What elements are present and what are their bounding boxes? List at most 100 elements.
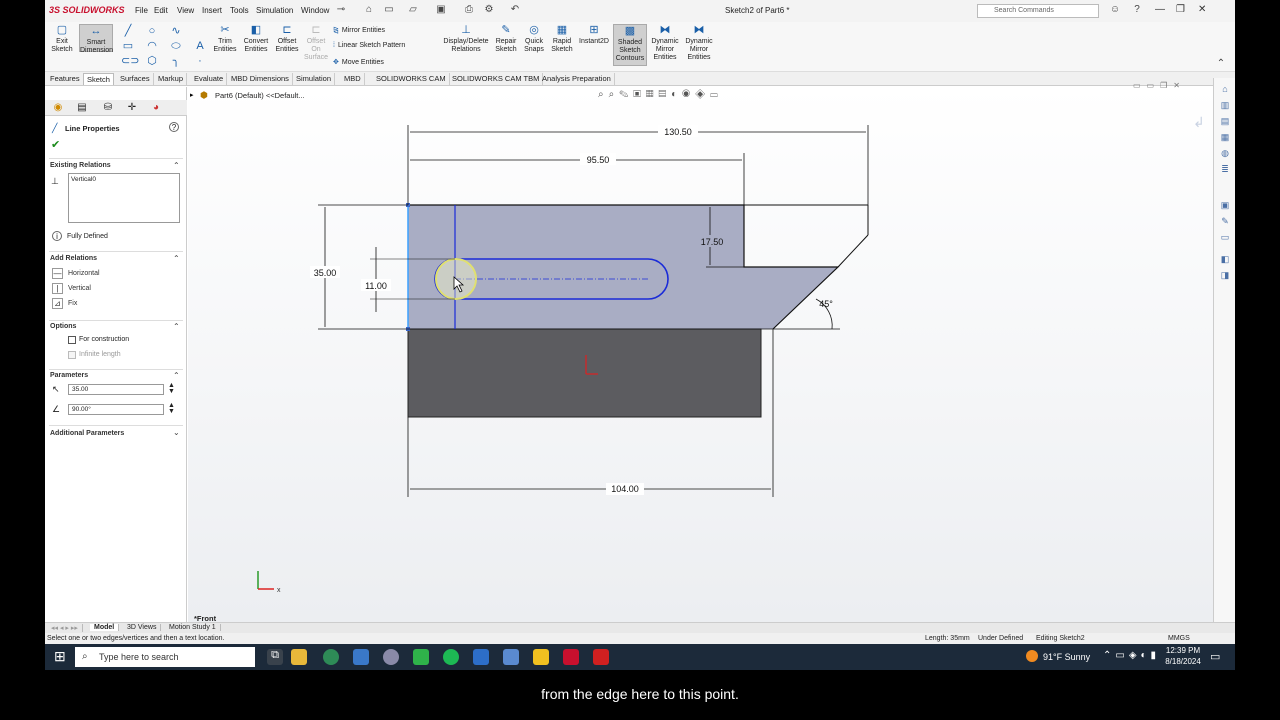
home-icon[interactable]: ⌂ xyxy=(363,4,375,16)
display-manager-icon[interactable]: ◕ xyxy=(149,102,163,114)
menu-insert[interactable]: Insert xyxy=(202,6,222,15)
open-icon[interactable]: ▱ xyxy=(407,4,419,16)
chevron-up-icon[interactable]: ⌃ xyxy=(173,161,180,170)
smart-dimension-button[interactable]: ↔ Smart Dimension xyxy=(79,24,113,54)
chevron-up-icon[interactable]: ⌃ xyxy=(173,371,180,380)
for-construction-checkbox[interactable] xyxy=(68,336,76,344)
vertical-relation[interactable]: Vertical xyxy=(68,285,91,292)
mirror-entities-button[interactable]: ⧎ Mirror Entities xyxy=(333,26,385,34)
view-palette-icon[interactable]: ▦ xyxy=(1219,132,1231,143)
tab-scroll-arrows[interactable]: ◂◂ ◂ ▸ ▸▸ xyxy=(47,624,83,632)
point-tool-icon[interactable]: · xyxy=(193,55,207,67)
graphics-area[interactable]: ▸ ⬢ Part6 (Default) <<Default... ⌕⌕✎▣▦▤◐… xyxy=(188,81,1213,623)
notifications-icon[interactable]: ▭ xyxy=(1210,650,1220,663)
tab-markup[interactable]: Markup xyxy=(155,73,188,85)
print-icon[interactable]: ⎙ xyxy=(463,4,475,16)
save-icon[interactable]: ▣ xyxy=(435,4,447,16)
text-tool-icon[interactable]: A xyxy=(193,40,207,52)
horizontal-relation[interactable]: Horizontal xyxy=(68,270,100,277)
menu-file[interactable]: File xyxy=(135,6,148,15)
shaded-sketch-contours-button[interactable]: ▩ Shaded Sketch Contours xyxy=(613,24,647,66)
additional-parameters-header[interactable]: Additional Parameters xyxy=(50,430,124,437)
tab-3d-views[interactable]: 3D Views xyxy=(123,624,162,631)
weather-text[interactable]: 91°F Sunny xyxy=(1043,652,1090,662)
display-icon[interactable]: ▭ xyxy=(1219,232,1231,243)
menu-window[interactable]: Window xyxy=(301,6,329,15)
horizontal-relation-icon[interactable]: — xyxy=(52,268,63,279)
convert-entities-button[interactable]: ◧ Convert Entities xyxy=(241,24,271,54)
file-explorer-icon[interactable]: ▤ xyxy=(1219,116,1231,127)
chevron-up-icon[interactable]: ⌃ xyxy=(173,322,180,331)
display-delete-relations-button[interactable]: ⊥ Display/Delete Relations xyxy=(441,24,491,54)
tab-sketch[interactable]: Sketch xyxy=(83,73,114,85)
fillet-tool-icon[interactable]: ╮ xyxy=(169,55,183,67)
tab-mbd[interactable]: MBD xyxy=(341,73,365,85)
spline-tool-icon[interactable]: ∿ xyxy=(169,25,183,37)
tab-evaluate[interactable]: Evaluate xyxy=(191,73,228,85)
circle-tool-icon[interactable]: ○ xyxy=(145,25,159,37)
app-icon[interactable] xyxy=(383,649,399,665)
task-view-icon[interactable]: ⧉ xyxy=(267,649,283,665)
file-explorer-app-icon[interactable] xyxy=(291,649,307,665)
move-entities-button[interactable]: ✥ Move Entities xyxy=(333,58,384,66)
angle-input[interactable]: 90.00° xyxy=(68,404,164,415)
dynamic-mirror-button-2[interactable]: ⧓ Dynamic Mirror Entities xyxy=(683,24,715,62)
parameters-header[interactable]: Parameters xyxy=(50,372,88,379)
clock-time[interactable]: 12:39 PM xyxy=(1165,646,1201,655)
taskbar-search[interactable]: ⌕ Type here to search xyxy=(75,647,255,667)
menu-edit[interactable]: Edit xyxy=(154,6,168,15)
exit-sketch-button[interactable]: ▢ Exit Sketch xyxy=(49,24,75,54)
existing-relations-list[interactable]: Vertical0 xyxy=(68,173,180,223)
dimension-95-50[interactable]: 95.50 xyxy=(587,155,610,165)
design-library-icon[interactable]: ▥ xyxy=(1219,100,1231,111)
infinite-length-checkbox[interactable] xyxy=(68,351,76,359)
undo-icon[interactable]: ↶ xyxy=(509,4,521,16)
pin-icon[interactable]: ⊸ xyxy=(335,4,347,16)
chevron-up-icon[interactable]: ⌃ xyxy=(173,254,180,263)
custom-properties-icon[interactable]: ≣ xyxy=(1219,164,1231,175)
new-document-icon[interactable]: ▭ xyxy=(383,4,395,16)
line-tool-icon[interactable]: ╱ xyxy=(121,25,135,37)
menu-view[interactable]: View xyxy=(177,6,194,15)
forum-icon[interactable]: ▣ xyxy=(1219,200,1231,211)
instant2d-button[interactable]: ⊞ Instant2D xyxy=(577,24,611,46)
tab-simulation[interactable]: Simulation xyxy=(293,73,336,85)
trim-entities-button[interactable]: ✂ Trim Entities xyxy=(211,24,239,54)
tab-mbd-dimensions[interactable]: MBD Dimensions xyxy=(228,73,293,85)
dimension-11-00[interactable]: 11.00 xyxy=(365,281,387,291)
repair-sketch-button[interactable]: ✎ Repair Sketch xyxy=(493,24,519,54)
tab-solidworks-cam[interactable]: SOLIDWORKS CAM xyxy=(373,73,450,85)
tab-model[interactable]: Model xyxy=(90,624,120,631)
help-icon[interactable]: ? xyxy=(169,122,179,132)
search-commands-input[interactable]: Search Commands xyxy=(977,4,1099,18)
linear-sketch-pattern-button[interactable]: ⁞ Linear Sketch Pattern xyxy=(333,42,405,49)
resources-icon[interactable]: ⌂ xyxy=(1219,84,1231,95)
confirm-corner-icon[interactable]: ↲ xyxy=(1193,114,1205,130)
dimension-35-00[interactable]: 35.00 xyxy=(314,268,337,278)
minimize-icon[interactable]: — xyxy=(1155,4,1165,15)
rapid-sketch-button[interactable]: ▦ Rapid Sketch xyxy=(549,24,575,54)
quick-snaps-button[interactable]: ◎ Quick Snaps xyxy=(521,24,547,54)
menu-tools[interactable]: Tools xyxy=(230,6,249,15)
user-icon[interactable]: ☺ xyxy=(1109,4,1121,16)
chevron-down-icon[interactable]: ⌄ xyxy=(173,428,180,437)
sketch-drawing[interactable]: 130.50 95.50 17.50 35.00 11.00 45° 104.0… xyxy=(188,87,1213,622)
property-manager-icon[interactable]: ▤ xyxy=(75,102,89,114)
arc-tool-icon[interactable]: ◠ xyxy=(145,40,159,52)
tab-motion-study[interactable]: Motion Study 1 xyxy=(165,624,221,631)
vertical-relation-icon[interactable]: | xyxy=(52,283,63,294)
options-icon[interactable]: ⚙ xyxy=(483,4,495,16)
app-icon-2[interactable] xyxy=(413,649,429,665)
slot-tool-icon[interactable]: ⊂⊃ xyxy=(121,55,139,67)
sticky-notes-app-icon[interactable] xyxy=(533,649,549,665)
configuration-manager-icon[interactable]: ⛁ xyxy=(101,102,115,114)
polygon-tool-icon[interactable]: ⬡ xyxy=(145,55,159,67)
system-tray-icons[interactable]: ⌃▭◈◐▮ xyxy=(1103,650,1160,661)
dimension-17-50[interactable]: 17.50 xyxy=(701,237,724,247)
acrobat-app-icon[interactable] xyxy=(593,649,609,665)
spotify-app-icon[interactable] xyxy=(443,649,459,665)
clock-date[interactable]: 8/18/2024 xyxy=(1165,657,1201,666)
fix-relation-icon[interactable]: ⊿ xyxy=(52,298,63,309)
fix-relation[interactable]: Fix xyxy=(68,300,77,307)
help-icon[interactable]: ? xyxy=(1131,4,1143,16)
